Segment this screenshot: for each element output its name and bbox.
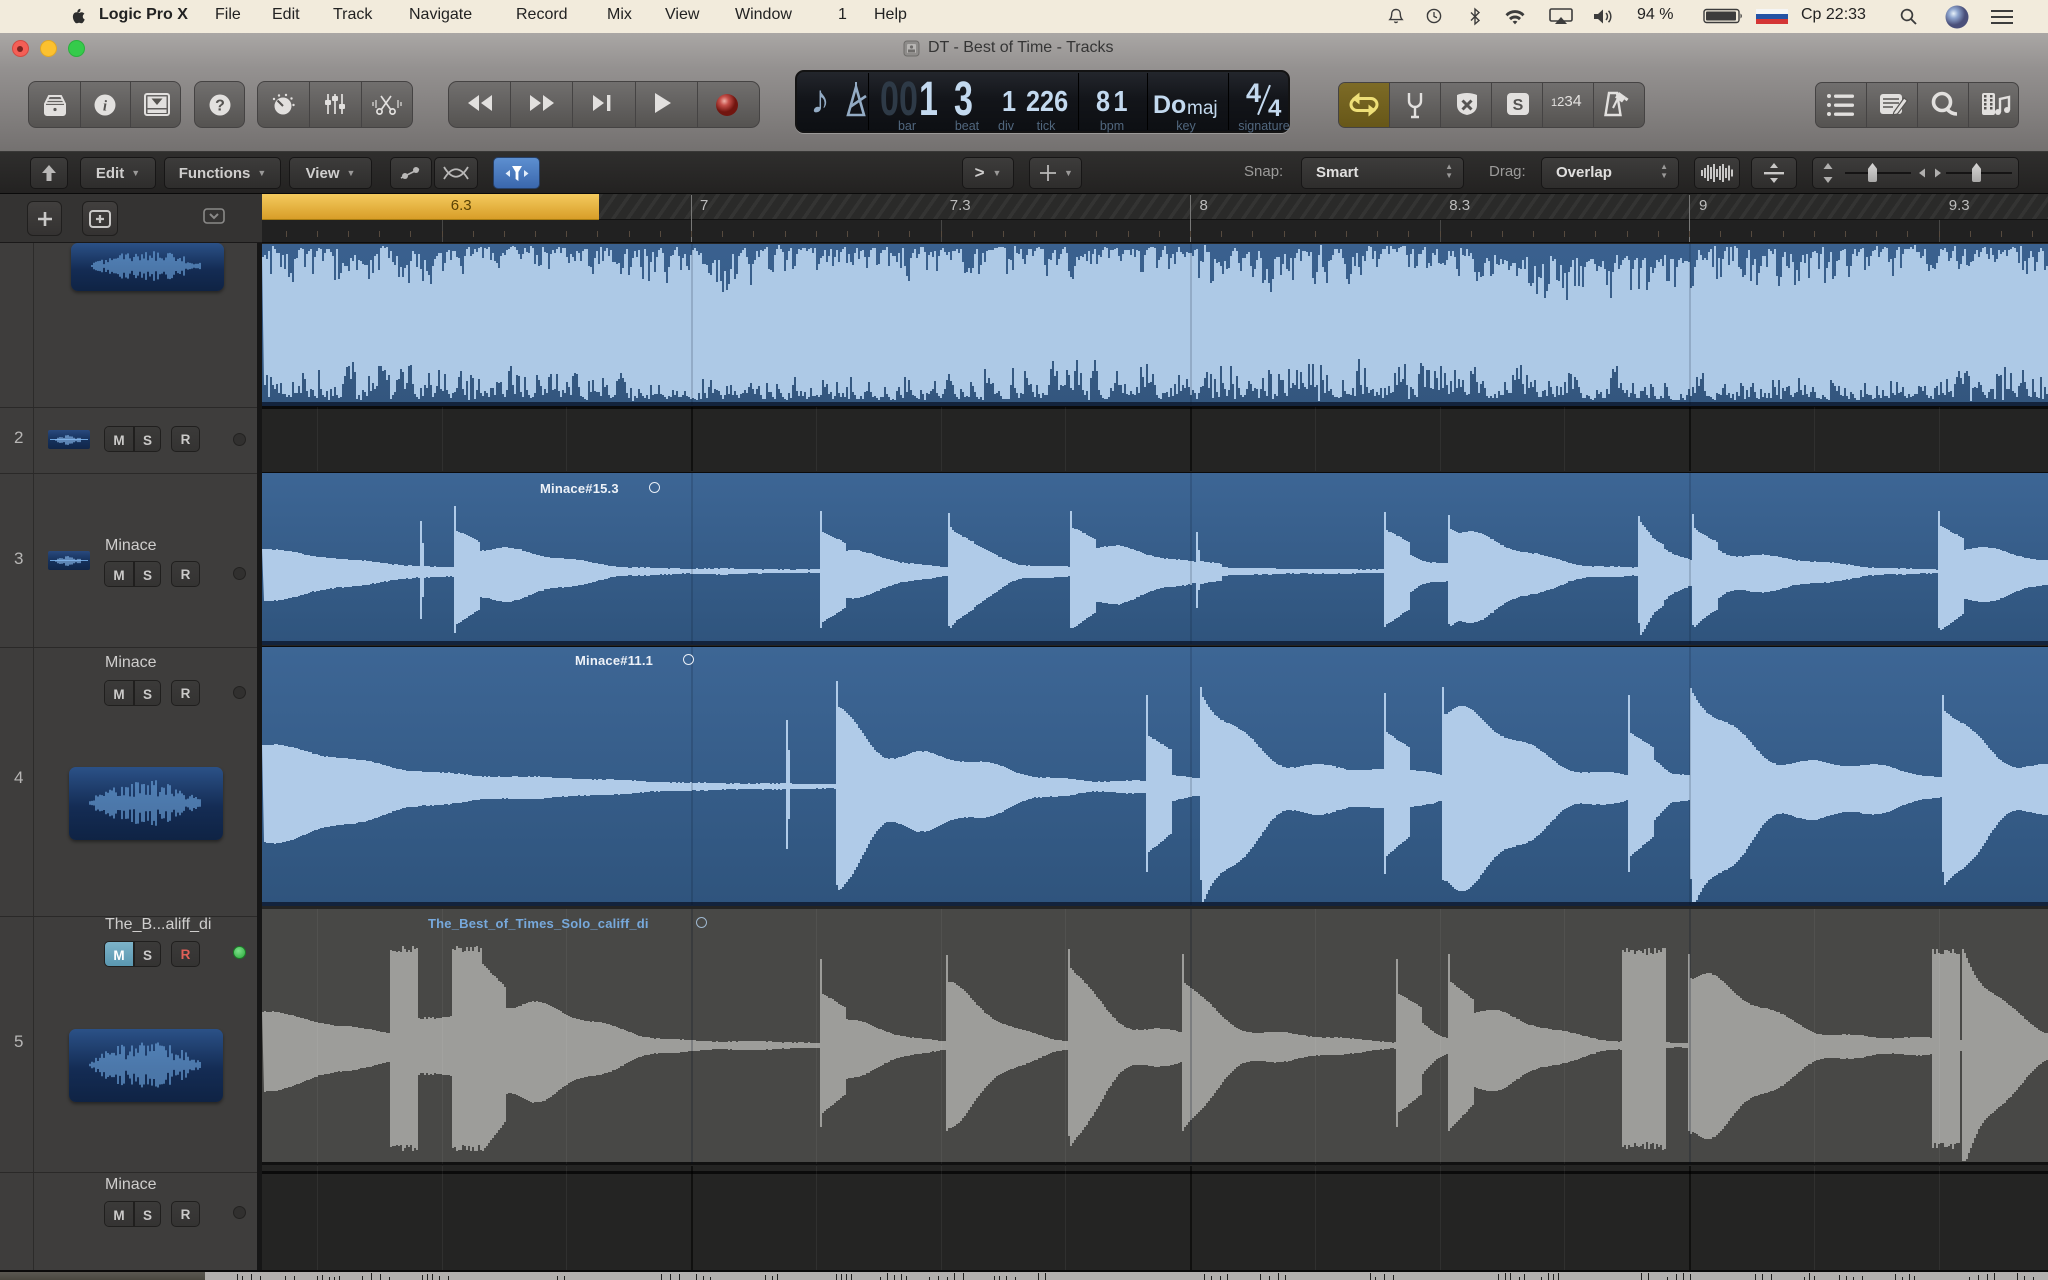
svg-text:?: ? [215,97,225,114]
svg-text:♪: ♪ [810,79,830,122]
svg-text:S: S [1513,97,1524,114]
